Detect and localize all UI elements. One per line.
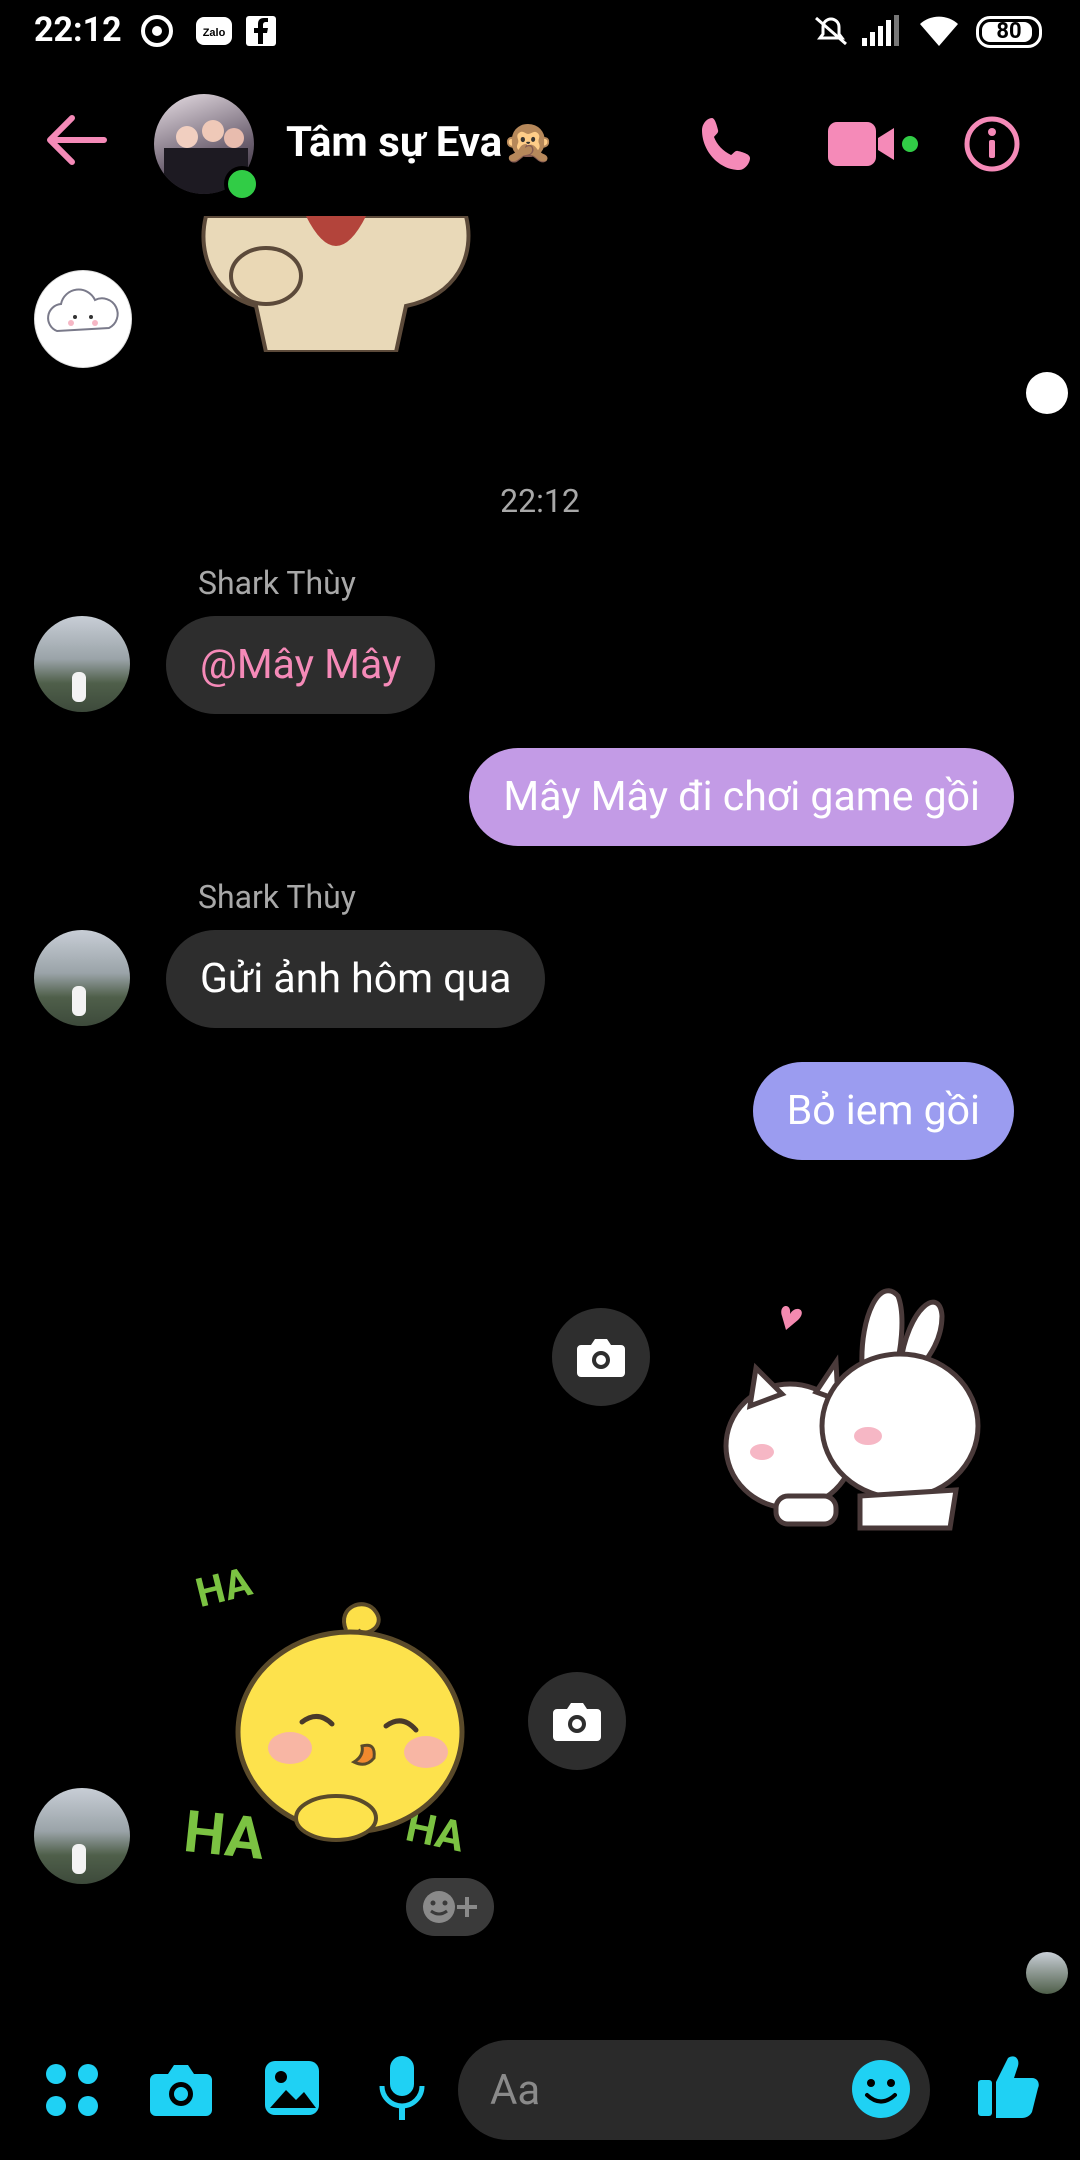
apps-grid-icon[interactable]	[44, 2062, 100, 2118]
message-bubble-mention[interactable]: @Mây Mây	[166, 616, 436, 714]
read-receipt-avatar	[1026, 1952, 1068, 1994]
camera-icon[interactable]	[148, 2060, 214, 2118]
cat-bunny-sticker[interactable]	[720, 1256, 990, 1536]
yellow-chick-sticker[interactable]	[226, 1596, 476, 1846]
message-bubble-outgoing[interactable]: Bỏ iem gồi	[752, 1062, 1014, 1160]
signal-icon	[862, 15, 899, 46]
info-icon[interactable]	[962, 114, 1022, 174]
message-bubble-incoming[interactable]: Gửi ảnh hôm qua	[166, 930, 546, 1028]
facebook-icon	[246, 16, 276, 46]
phone-icon[interactable]	[698, 114, 758, 174]
battery-level: 80	[996, 19, 1022, 44]
sender-avatar[interactable]	[34, 616, 130, 712]
read-receipt-avatar	[1026, 372, 1068, 414]
monkey-emoji: 🙊	[502, 118, 555, 167]
sender-avatar-cloud[interactable]	[34, 270, 132, 368]
online-indicator	[224, 166, 260, 202]
cloud-icon	[47, 288, 119, 333]
chat-title-text: Tâm sự Eva	[286, 118, 503, 167]
sender-avatar[interactable]	[34, 1788, 130, 1884]
battery-icon: 80	[976, 16, 1042, 48]
chat-title[interactable]: Tâm sự Eva🙊	[286, 118, 555, 167]
chrome-like-icon	[141, 15, 173, 47]
add-reaction-icon	[423, 1891, 477, 1923]
mute-icon	[815, 16, 847, 46]
sender-avatar[interactable]	[34, 930, 130, 1026]
camera-icon	[577, 1339, 625, 1377]
camera-icon	[553, 1703, 601, 1741]
save-photo-button[interactable]	[552, 1308, 650, 1406]
back-arrow-icon[interactable]	[44, 112, 108, 168]
message-list[interactable]: 22:12 Shark Thùy @Mây Mây Mây Mây đi chơ…	[0, 216, 1080, 2016]
time-separator: 22:12	[500, 482, 580, 520]
gallery-icon[interactable]	[262, 2058, 322, 2118]
message-bubble-outgoing[interactable]: Mây Mây đi chơi game gồi	[469, 748, 1014, 846]
dog-sticker[interactable]	[196, 216, 476, 352]
add-reaction-button[interactable]	[406, 1878, 494, 1936]
emoji-icon[interactable]	[850, 2058, 912, 2120]
status-time: 22:12	[34, 10, 122, 50]
zalo-icon: Zalo	[196, 17, 232, 45]
sender-name: Shark Thùy	[198, 878, 356, 916]
chat-header: Tâm sự Eva🙊	[0, 66, 1080, 216]
thumbs-up-icon[interactable]	[976, 2052, 1040, 2120]
microphone-icon[interactable]	[378, 2054, 426, 2124]
status-bar: 22:12 Zalo 80	[0, 0, 1080, 66]
video-camera-icon[interactable]	[824, 116, 918, 172]
message-input-placeholder: Aa	[490, 2066, 541, 2115]
sender-name: Shark Thùy	[198, 564, 356, 602]
wifi-icon	[920, 16, 958, 46]
svg-text:Zalo: Zalo	[203, 27, 226, 39]
save-photo-button[interactable]	[528, 1672, 626, 1770]
